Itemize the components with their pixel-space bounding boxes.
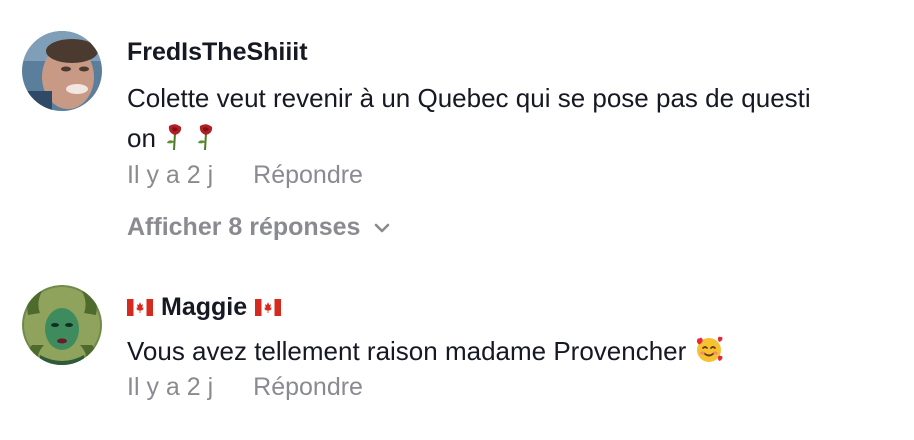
comment-meta: Il y a 2 j Répondre	[127, 161, 363, 190]
username-label[interactable]: FredIsTheShiiit	[127, 38, 308, 67]
canada-flag-icon	[127, 299, 153, 316]
canada-flag-icon	[255, 299, 282, 316]
comment-item: FredIsTheShiiit Colette veut revenir à u…	[0, 0, 914, 260]
view-replies-button[interactable]: Afficher 8 réponses	[127, 213, 392, 242]
user-avatar-photo	[22, 31, 102, 111]
reply-button[interactable]: Répondre	[253, 373, 363, 402]
view-replies-label[interactable]: Afficher 8 réponses	[127, 213, 360, 242]
comment-username[interactable]: Maggie	[127, 293, 282, 322]
comment-text-line: on	[127, 118, 897, 162]
smiling-face-with-hearts-icon	[694, 334, 724, 375]
username-label[interactable]: Maggie	[161, 293, 247, 322]
avatar[interactable]	[22, 31, 102, 111]
comment-timestamp: Il y a 2 j	[127, 373, 214, 401]
comment-text: Colette veut revenir à un Quebec qui se …	[127, 78, 897, 162]
wilted-rose-icon	[194, 122, 218, 162]
comment-text-fragment: Vous avez tellement raison madame Proven…	[127, 336, 687, 366]
reply-button[interactable]: Répondre	[253, 161, 363, 190]
avatar[interactable]	[22, 285, 102, 365]
comment-text: Vous avez tellement raison madame Proven…	[127, 331, 897, 375]
chevron-down-icon[interactable]	[372, 213, 392, 242]
comment-item: Maggie Vous avez tellement raison madame…	[0, 260, 914, 440]
comment-timestamp: Il y a 2 j	[127, 161, 214, 189]
comment-username[interactable]: FredIsTheShiiit	[127, 38, 308, 67]
comment-meta: Il y a 2 j Répondre	[127, 373, 363, 402]
comment-text-fragment: on	[127, 123, 156, 153]
comment-text-line: Colette veut revenir à un Quebec qui se …	[127, 83, 811, 113]
user-avatar-photo	[22, 285, 102, 365]
wilted-rose-icon	[163, 122, 187, 162]
